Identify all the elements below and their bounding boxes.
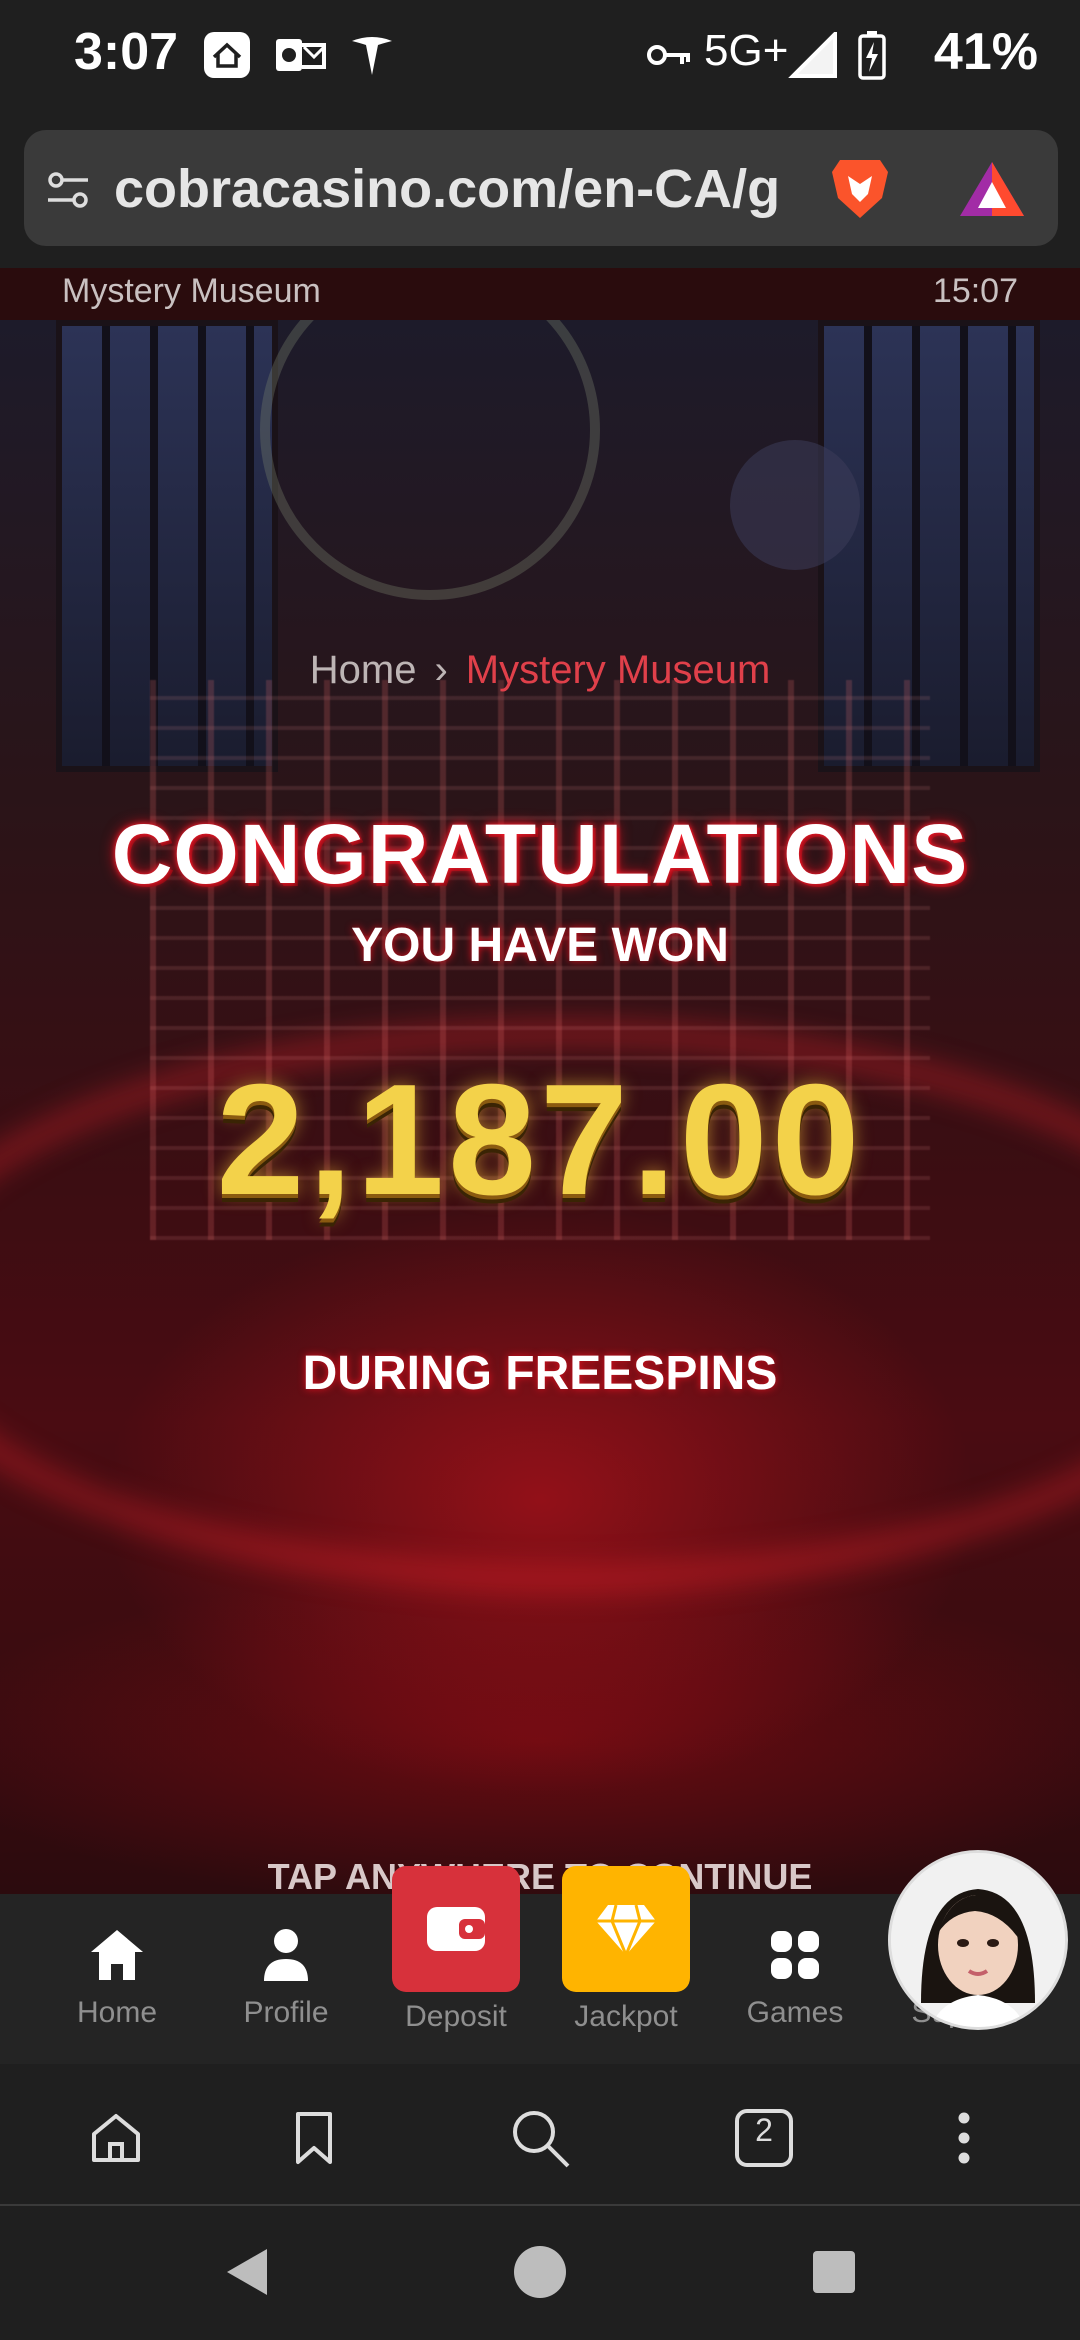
battery-percent: 41%	[933, 23, 1038, 81]
game-clock: 15:07	[932, 272, 1018, 310]
tabs-icon[interactable]: 2	[724, 2098, 804, 2178]
breadcrumb-home[interactable]: Home	[310, 648, 417, 692]
outlook-icon	[272, 30, 328, 80]
win-context: DURING FREESPINS	[302, 1347, 778, 1400]
nav-profile[interactable]: Profile	[216, 1920, 356, 2030]
more-icon[interactable]	[924, 2098, 1004, 2178]
bookmark-icon[interactable]	[274, 2098, 354, 2178]
deposit-label: Deposit	[405, 2000, 507, 2033]
breadcrumb-current: Mystery Museum	[465, 648, 771, 692]
home-outline-icon[interactable]	[76, 2098, 156, 2178]
tab-count: 2	[755, 2112, 773, 2148]
search-icon[interactable]	[500, 2098, 580, 2178]
recents-icon[interactable]	[804, 2242, 864, 2302]
diamond-icon	[596, 1904, 656, 1957]
win-heading: CONGRATULATIONS	[111, 807, 969, 901]
vpn-key-icon	[644, 30, 694, 80]
nav-profile-label: Profile	[243, 1996, 329, 2029]
home-icon	[47, 1920, 187, 1990]
breadcrumb: Home › Mystery Museum	[0, 648, 1080, 693]
armillary-sphere	[260, 320, 600, 600]
jackpot-button[interactable]	[562, 1866, 690, 1992]
support-avatar[interactable]	[888, 1850, 1068, 2030]
brave-rewards-icon[interactable]	[956, 158, 1028, 220]
network-type: 5G+	[704, 26, 789, 75]
url-text[interactable]: cobracasino.com/en-CA/g	[114, 158, 804, 220]
nav-games-label: Games	[746, 1996, 844, 2029]
nav-home[interactable]: Home	[47, 1920, 187, 2030]
battery-charging-icon	[854, 30, 890, 80]
status-time: 3:07	[74, 23, 179, 81]
profile-icon	[216, 1920, 356, 1990]
grid-icon	[725, 1920, 865, 1990]
signal-icon	[784, 30, 840, 80]
win-subheading: YOU HAVE WON	[351, 919, 729, 972]
wallet-icon	[427, 1907, 485, 1951]
brave-lion-icon[interactable]	[828, 154, 892, 222]
win-amount: 2,187.00	[216, 1052, 864, 1228]
breadcrumb-separator: ›	[434, 648, 448, 692]
game-title: Mystery Museum	[62, 272, 321, 310]
jackpot-label: Jackpot	[574, 2000, 678, 2033]
tesla-icon	[344, 30, 400, 80]
home-circle-icon[interactable]	[510, 2242, 570, 2302]
home-app-icon	[200, 30, 254, 80]
nav-games[interactable]: Games	[725, 1920, 865, 2030]
back-icon[interactable]	[216, 2242, 276, 2302]
deposit-button[interactable]	[392, 1866, 520, 1992]
nav-home-label: Home	[76, 1996, 158, 2029]
site-settings-icon[interactable]	[44, 166, 92, 214]
background-globe	[730, 440, 860, 570]
